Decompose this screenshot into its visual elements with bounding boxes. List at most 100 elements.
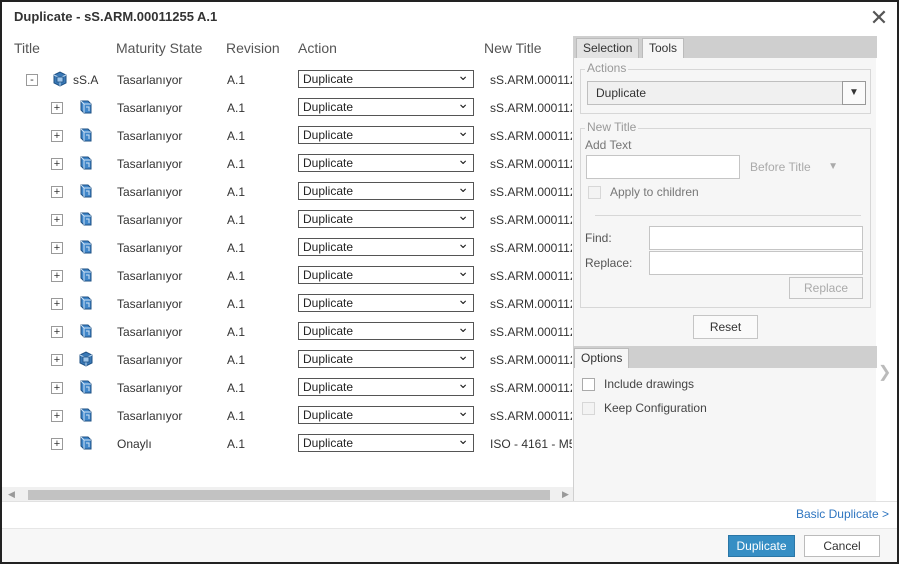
- column-header-revision[interactable]: Revision: [226, 40, 280, 56]
- row-action-select[interactable]: Duplicate ⌄: [298, 403, 474, 424]
- expand-icon[interactable]: +: [51, 298, 63, 310]
- table-row[interactable]: + Tasarlanıyor A.1 Duplicate ⌄ sS.ARM.000112: [2, 122, 573, 150]
- scroll-right-icon[interactable]: ▶: [562, 489, 569, 500]
- add-text-input[interactable]: [586, 155, 740, 179]
- scroll-left-icon[interactable]: ◀: [8, 489, 15, 500]
- table-row[interactable]: + Tasarlanıyor A.1 Duplicate ⌄ sS.ARM.000112: [2, 234, 573, 262]
- chevron-down-icon[interactable]: ⌄: [457, 347, 469, 363]
- table-row[interactable]: + Tasarlanıyor A.1 Duplicate ⌄ sS.ARM.000112: [2, 150, 573, 178]
- column-header-maturity-state[interactable]: Maturity State: [116, 40, 202, 56]
- row-new-title[interactable]: sS.ARM.000112: [490, 129, 572, 143]
- table-row[interactable]: + Tasarlanıyor A.1 Duplicate ⌄ sS.ARM.000112: [2, 206, 573, 234]
- chevron-down-icon[interactable]: ⌄: [457, 151, 469, 167]
- position-dropdown[interactable]: Before Title ▼: [746, 155, 844, 179]
- tab-selection[interactable]: Selection: [576, 38, 640, 58]
- duplicate-button[interactable]: Duplicate: [728, 535, 795, 557]
- horizontal-scrollbar[interactable]: ◀ ▶: [2, 487, 573, 501]
- chevron-down-icon[interactable]: ⌄: [457, 95, 469, 111]
- row-new-title[interactable]: sS.ARM.000112: [490, 241, 572, 255]
- column-header-new-title[interactable]: New Title: [484, 40, 542, 56]
- table-row[interactable]: + Tasarlanıyor A.1 Duplicate ⌄ sS.ARM.000112: [2, 290, 573, 318]
- column-header-title[interactable]: Title: [14, 40, 40, 56]
- expand-icon[interactable]: +: [51, 158, 63, 170]
- basic-duplicate-link[interactable]: Basic Duplicate >: [796, 507, 889, 521]
- include-drawings-checkbox[interactable]: [582, 378, 595, 391]
- row-new-title[interactable]: sS.ARM.000112: [490, 353, 572, 367]
- table-row[interactable]: - sS.A Tasarlanıyor A.1 Duplicate ⌄ sS.ARM.000…: [2, 66, 573, 94]
- chevron-down-icon[interactable]: ⌄: [457, 207, 469, 223]
- close-icon[interactable]: ✕: [869, 7, 889, 29]
- row-action-select[interactable]: Duplicate ⌄: [298, 207, 474, 228]
- chevron-down-icon[interactable]: ⌄: [457, 263, 469, 279]
- row-new-title[interactable]: sS.ARM.000112: [490, 213, 572, 227]
- tab-tools[interactable]: Tools: [642, 38, 685, 58]
- find-input[interactable]: [649, 226, 863, 250]
- chevron-down-icon[interactable]: ⌄: [457, 235, 469, 251]
- chevron-down-icon[interactable]: ⌄: [457, 291, 469, 307]
- row-new-title[interactable]: sS.ARM.000112: [490, 297, 572, 311]
- row-maturity-state: Tasarlanıyor: [117, 409, 183, 423]
- table-row[interactable]: + Tasarlanıyor A.1 Duplicate ⌄ sS.ARM.000112: [2, 374, 573, 402]
- chevron-down-icon[interactable]: ▼: [828, 155, 838, 179]
- row-action-select[interactable]: Duplicate ⌄: [298, 179, 474, 200]
- row-action-select[interactable]: Duplicate ⌄: [298, 123, 474, 144]
- table-row[interactable]: + Tasarlanıyor A.1 Duplicate ⌄ sS.ARM.000112: [2, 346, 573, 374]
- row-new-title[interactable]: sS.ARM.000112: [490, 269, 572, 283]
- scrollbar-thumb[interactable]: [28, 490, 550, 500]
- chevron-down-icon[interactable]: ⌄: [457, 403, 469, 419]
- expand-icon[interactable]: +: [51, 242, 63, 254]
- row-action-select[interactable]: Duplicate ⌄: [298, 151, 474, 172]
- expand-panel-icon[interactable]: ❯: [878, 362, 891, 382]
- row-new-title[interactable]: ISO - 4161 - M5: [490, 437, 572, 451]
- chevron-down-icon[interactable]: ⌄: [457, 67, 469, 83]
- chevron-down-icon[interactable]: ⌄: [457, 431, 469, 447]
- row-new-title[interactable]: sS.ARM.000112: [490, 381, 572, 395]
- row-action-select[interactable]: Duplicate ⌄: [298, 291, 474, 312]
- table-row[interactable]: + Tasarlanıyor A.1 Duplicate ⌄ sS.ARM.000112: [2, 178, 573, 206]
- table-row[interactable]: + Tasarlanıyor A.1 Duplicate ⌄ sS.ARM.000112: [2, 94, 573, 122]
- reset-button[interactable]: Reset: [693, 315, 758, 339]
- expand-icon[interactable]: +: [51, 410, 63, 422]
- table-row[interactable]: + Tasarlanıyor A.1 Duplicate ⌄ sS.ARM.000112: [2, 318, 573, 346]
- expand-icon[interactable]: +: [51, 382, 63, 394]
- row-action-select[interactable]: Duplicate ⌄: [298, 431, 474, 452]
- expand-icon[interactable]: +: [51, 326, 63, 338]
- expand-icon[interactable]: +: [51, 270, 63, 282]
- replace-button[interactable]: Replace: [789, 277, 863, 299]
- chevron-down-icon[interactable]: ⌄: [457, 375, 469, 391]
- keep-configuration-checkbox[interactable]: [582, 402, 595, 415]
- row-new-title[interactable]: sS.ARM.000112: [490, 409, 572, 423]
- chevron-down-icon[interactable]: ⌄: [457, 123, 469, 139]
- row-action-select[interactable]: Duplicate ⌄: [298, 347, 474, 368]
- chevron-down-icon[interactable]: ⌄: [457, 179, 469, 195]
- expand-icon[interactable]: +: [51, 186, 63, 198]
- row-action-select[interactable]: Duplicate ⌄: [298, 235, 474, 256]
- expand-icon[interactable]: +: [51, 130, 63, 142]
- expand-icon[interactable]: +: [51, 214, 63, 226]
- chevron-down-icon[interactable]: ▼: [842, 81, 866, 105]
- row-action-select[interactable]: Duplicate ⌄: [298, 67, 474, 88]
- row-new-title[interactable]: sS.ARM.000112: [490, 325, 572, 339]
- row-new-title[interactable]: sS.ARM.000112: [490, 185, 572, 199]
- actions-dropdown[interactable]: Duplicate ▼: [587, 81, 866, 105]
- collapse-icon[interactable]: -: [26, 74, 38, 86]
- row-action-select[interactable]: Duplicate ⌄: [298, 319, 474, 340]
- row-new-title[interactable]: sS.ARM.000112: [490, 157, 572, 171]
- expand-icon[interactable]: +: [51, 354, 63, 366]
- row-new-title[interactable]: sS.ARM.000112: [490, 101, 572, 115]
- apply-to-children-checkbox[interactable]: [588, 186, 601, 199]
- table-row[interactable]: + Onaylı A.1 Duplicate ⌄ ISO - 4161 - M5: [2, 430, 573, 458]
- row-action-select[interactable]: Duplicate ⌄: [298, 263, 474, 284]
- table-row[interactable]: + Tasarlanıyor A.1 Duplicate ⌄ sS.ARM.000112: [2, 402, 573, 430]
- row-new-title[interactable]: sS.ARM.000112: [490, 73, 572, 87]
- expand-icon[interactable]: +: [51, 102, 63, 114]
- column-header-action[interactable]: Action: [298, 40, 337, 56]
- chevron-down-icon[interactable]: ⌄: [457, 319, 469, 335]
- cancel-button[interactable]: Cancel: [804, 535, 880, 557]
- table-row[interactable]: + Tasarlanıyor A.1 Duplicate ⌄ sS.ARM.000112: [2, 262, 573, 290]
- tab-options[interactable]: Options: [574, 348, 630, 368]
- row-action-select[interactable]: Duplicate ⌄: [298, 95, 474, 116]
- replace-input[interactable]: [649, 251, 863, 275]
- expand-icon[interactable]: +: [51, 438, 63, 450]
- row-action-select[interactable]: Duplicate ⌄: [298, 375, 474, 396]
